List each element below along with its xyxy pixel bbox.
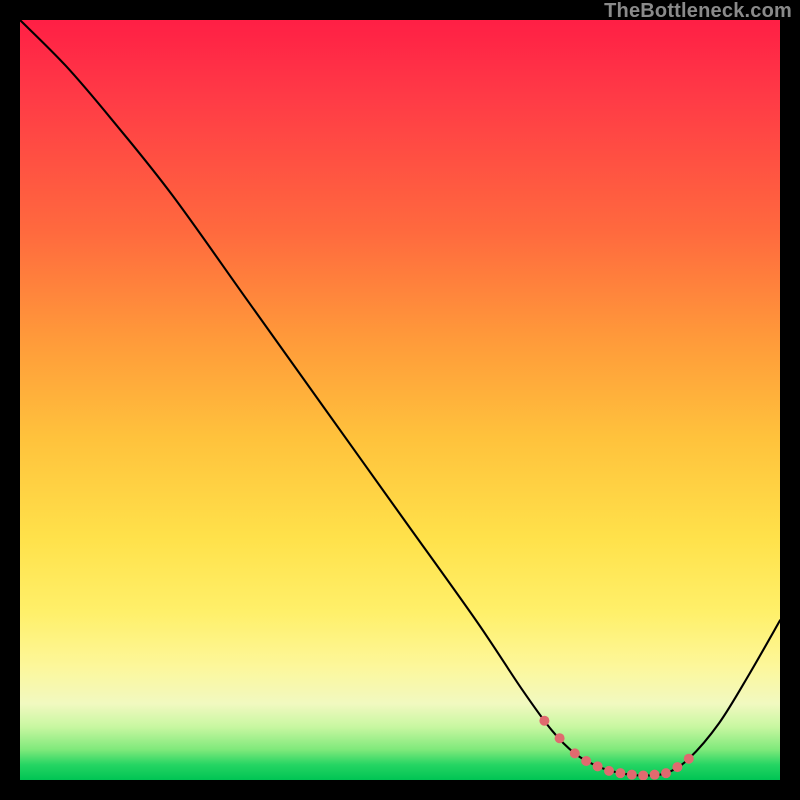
optimal-dot — [570, 748, 580, 758]
chart-svg — [20, 20, 780, 780]
optimal-dot — [661, 768, 671, 778]
plot-area — [20, 20, 780, 780]
bottleneck-curve — [20, 20, 780, 775]
optimal-dot — [604, 766, 614, 776]
optimal-dot — [638, 770, 648, 780]
optimal-dot — [684, 754, 694, 764]
optimal-dot — [672, 762, 682, 772]
optimal-dot — [627, 770, 637, 780]
chart-frame: TheBottleneck.com — [0, 0, 800, 800]
optimal-dot — [555, 733, 565, 743]
optimal-dot — [615, 768, 625, 778]
optimal-dot — [539, 716, 549, 726]
optimal-dot — [581, 756, 591, 766]
optimal-dot — [650, 770, 660, 780]
watermark-text: TheBottleneck.com — [604, 0, 792, 23]
optimal-dot — [593, 761, 603, 771]
